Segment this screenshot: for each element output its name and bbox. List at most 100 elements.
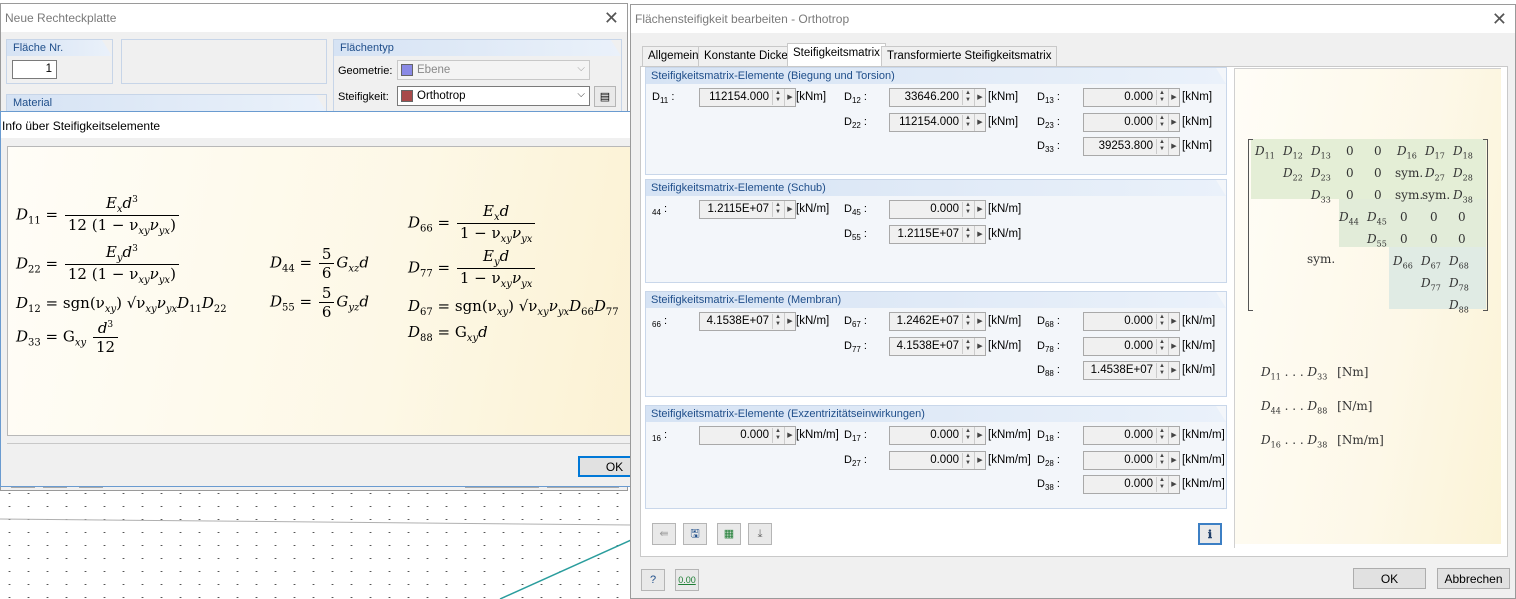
label-d45: D45 : [844, 203, 867, 218]
group-g3: Steifigkeitsmatrix-Elemente (Membran) 66 … [645, 291, 1227, 397]
d67-input[interactable]: 1.2462E+07 ▲ ▼ ▶ [889, 312, 986, 331]
arrow-right-icon[interactable]: ▶ [1168, 362, 1179, 379]
spin-icon[interactable]: ▲ ▼ [962, 226, 973, 242]
arrow-right-icon[interactable]: ▶ [784, 89, 795, 106]
edit-stiffness-button[interactable]: ▤ [594, 86, 616, 107]
spin-icon[interactable]: ▲ ▼ [1156, 314, 1167, 329]
spin-icon[interactable]: ▲ ▼ [772, 428, 783, 443]
help-icon[interactable]: ? [641, 569, 665, 591]
spin-icon[interactable]: ▲ ▼ [962, 428, 973, 443]
arrow-right-icon[interactable]: ▶ [1168, 451, 1179, 469]
d22-input[interactable]: 112154.000 ▲ ▼ ▶ [889, 112, 986, 132]
arrow-right-icon[interactable]: ▶ [1168, 313, 1179, 330]
unit-label: [kNm/m] [1182, 429, 1225, 441]
spin-icon[interactable]: ▲ ▼ [1156, 90, 1167, 105]
d78-input[interactable]: 0.000 ▲ ▼ ▶ [1083, 336, 1180, 356]
d12-input[interactable]: 33646.200 ▲ ▼ ▶ [889, 88, 986, 107]
unit-label: [kN/m] [796, 315, 830, 327]
geometrie-label: Geometrie: [338, 65, 393, 77]
d23-input[interactable]: 0.000 ▲ ▼ ▶ [1083, 112, 1180, 132]
d45-input[interactable]: 0.000 ▲ ▼ ▶ [889, 200, 986, 219]
spin-icon[interactable]: ▲ ▼ [772, 202, 783, 217]
spin-icon[interactable]: ▲ ▼ [962, 114, 973, 130]
excel-export-icon[interactable]: ▦ [717, 523, 741, 545]
ok-button[interactable]: OK [1353, 568, 1426, 589]
d44-input[interactable]: 1.2115E+07 ▲ ▼ ▶ [699, 200, 796, 219]
spin-icon[interactable]: ▲ ▼ [962, 338, 973, 354]
arrow-right-icon[interactable]: ▶ [1168, 89, 1179, 106]
dialog-title: Flächensteifigkeit bearbeiten - Orthotro… [631, 5, 1515, 33]
d68-input[interactable]: 0.000 ▲ ▼ ▶ [1083, 312, 1180, 331]
spin-icon[interactable]: ▲ ▼ [962, 202, 973, 217]
d13-input[interactable]: 0.000 ▲ ▼ ▶ [1083, 88, 1180, 107]
arrow-right-icon[interactable]: ▶ [1168, 427, 1179, 444]
d55-input[interactable]: 1.2115E+07 ▲ ▼ ▶ [889, 224, 986, 244]
spin-icon[interactable]: ▲ ▼ [962, 452, 973, 468]
d88-input[interactable]: 1.4538E+07 ▲ ▼ ▶ [1083, 361, 1180, 380]
d11-input[interactable]: 112154.000 ▲ ▼ ▶ [699, 88, 796, 107]
d38-input[interactable]: 0.000 ▲ ▼ ▶ [1083, 475, 1180, 494]
d16-input[interactable]: 0.000 ▲ ▼ ▶ [699, 426, 796, 445]
arrow-right-icon[interactable]: ▶ [1168, 476, 1179, 493]
arrow-right-icon[interactable]: ▶ [784, 201, 795, 218]
geometrie-select[interactable]: Ebene ⌵ [397, 60, 590, 80]
info-icon[interactable]: ℹ [1198, 523, 1222, 545]
arrow-right-icon[interactable]: ▶ [974, 427, 985, 444]
steifigkeit-value: Orthotrop [417, 90, 466, 102]
model-canvas[interactable] [0, 487, 631, 599]
tab-allgemein[interactable]: Allgemein [642, 46, 705, 66]
tab-steifigkeitsmatrix[interactable]: Steifigkeitsmatrix [787, 43, 886, 67]
label-d17: D17 : [844, 429, 867, 444]
value: 0.000 [930, 453, 959, 466]
spin-icon[interactable]: ▲ ▼ [772, 90, 783, 105]
spin-icon[interactable]: ▲ ▼ [1156, 428, 1167, 443]
d77-input[interactable]: 4.1538E+07 ▲ ▼ ▶ [889, 336, 986, 356]
excel-import-icon[interactable]: ⤓ [748, 523, 772, 545]
arrow-right-icon[interactable]: ▶ [974, 451, 985, 469]
unit-label: [kN/m] [988, 227, 1022, 240]
d66-input[interactable]: 4.1538E+07 ▲ ▼ ▶ [699, 312, 796, 331]
d27-input[interactable]: 0.000 ▲ ▼ ▶ [889, 450, 986, 470]
d33-input[interactable]: 39253.800 ▲ ▼ ▶ [1083, 137, 1180, 156]
formula-d12: D12 = sgn(νxy) √νxyνyxD11D22 [16, 294, 227, 315]
spin-icon[interactable]: ▲ ▼ [1156, 452, 1167, 468]
d28-input[interactable]: 0.000 ▲ ▼ ▶ [1083, 450, 1180, 470]
arrow-right-icon[interactable]: ▶ [974, 225, 985, 243]
flaeche-nr-input[interactable]: 1 [12, 60, 57, 79]
chevron-down-icon: ⌵ [577, 89, 585, 100]
spin-icon[interactable]: ▲ ▼ [1156, 139, 1167, 154]
d17-input[interactable]: 0.000 ▲ ▼ ▶ [889, 426, 986, 445]
steifigkeit-select[interactable]: Orthotrop ⌵ [397, 86, 590, 106]
value: 0.000 [740, 429, 769, 441]
tab-transformierte-steifigkeitsmatrix[interactable]: Transformierte Steifigkeitsmatrix [881, 46, 1058, 66]
arrow-right-icon[interactable]: ▶ [1168, 337, 1179, 355]
tab-konstante-dicke[interactable]: Konstante Dicke [698, 46, 794, 66]
close-icon[interactable]: ✕ [1492, 9, 1507, 30]
arrow-right-icon[interactable]: ▶ [784, 427, 795, 444]
save-icon[interactable]: 🖫 [683, 523, 707, 545]
steifigkeit-label: Steifigkeit: [338, 91, 389, 103]
arrow-right-icon[interactable]: ▶ [974, 113, 985, 131]
d18-input[interactable]: 0.000 ▲ ▼ ▶ [1083, 426, 1180, 445]
import-icon[interactable]: ⇚ [652, 523, 676, 545]
spin-icon[interactable]: ▲ ▼ [962, 90, 973, 105]
arrow-right-icon[interactable]: ▶ [974, 201, 985, 218]
arrow-right-icon[interactable]: ▶ [974, 89, 985, 106]
spin-icon[interactable]: ▲ ▼ [1156, 338, 1167, 354]
arrow-right-icon[interactable]: ▶ [784, 313, 795, 330]
zero-values-icon[interactable]: 0.00 [675, 569, 699, 591]
arrow-right-icon[interactable]: ▶ [1168, 113, 1179, 131]
spin-icon[interactable]: ▲ ▼ [1156, 114, 1167, 130]
matrix-cell: sym. [1307, 252, 1336, 266]
value: 0.000 [1124, 115, 1153, 128]
spin-icon[interactable]: ▲ ▼ [962, 314, 973, 329]
spin-icon[interactable]: ▲ ▼ [1156, 363, 1167, 378]
close-icon[interactable]: ✕ [604, 8, 619, 29]
group-g4: Steifigkeitsmatrix-Elemente (Exzentrizit… [645, 405, 1227, 509]
arrow-right-icon[interactable]: ▶ [1168, 138, 1179, 155]
arrow-right-icon[interactable]: ▶ [974, 313, 985, 330]
spin-icon[interactable]: ▲ ▼ [772, 314, 783, 329]
arrow-right-icon[interactable]: ▶ [974, 337, 985, 355]
spin-icon[interactable]: ▲ ▼ [1156, 477, 1167, 492]
cancel-button[interactable]: Abbrechen [1437, 568, 1510, 589]
